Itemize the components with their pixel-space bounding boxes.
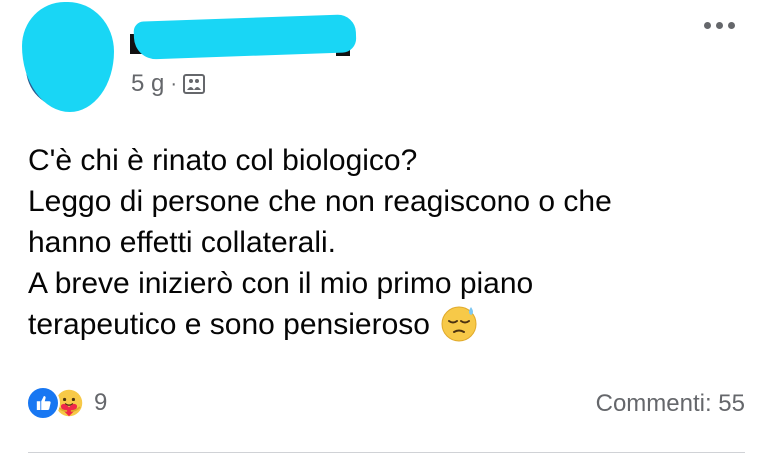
author-avatar[interactable] [22,2,114,112]
post-time[interactable]: 5 g [131,70,164,98]
more-options-button[interactable] [704,22,735,29]
more-icon-dot [716,22,723,29]
avatar-redaction [22,2,114,112]
post-text-line: hanno effetti collaterali. [28,226,336,259]
meta-separator: · [170,72,178,95]
name-redaction [133,14,357,60]
pensive-sweat-emoji [441,306,477,342]
post-text-line: A breve inizierò con il mio primo piano [28,267,534,300]
more-icon-dot [728,22,735,29]
divider [28,452,745,453]
post-meta: 5 g · [131,70,206,98]
author-name-redacted[interactable] [128,14,358,60]
comments-count-link[interactable]: Commenti: 55 [596,390,745,418]
reactions-count: 9 [94,389,108,416]
post-text-line-last: terapeutico e sono pensieroso [28,304,748,345]
post-text-line: C'è chi è rinato col biologico? [28,144,418,177]
post-body: C'è chi è rinato col biologico? Leggo di… [28,140,748,345]
photo-icon [183,74,206,94]
more-icon-dot [704,22,711,29]
like-icon [26,386,60,420]
reactions-summary[interactable]: 9 [26,386,107,420]
post-text-line: Leggo di persone che non reagiscono o ch… [28,185,612,218]
post-text-line: terapeutico e sono pensieroso [28,308,430,341]
